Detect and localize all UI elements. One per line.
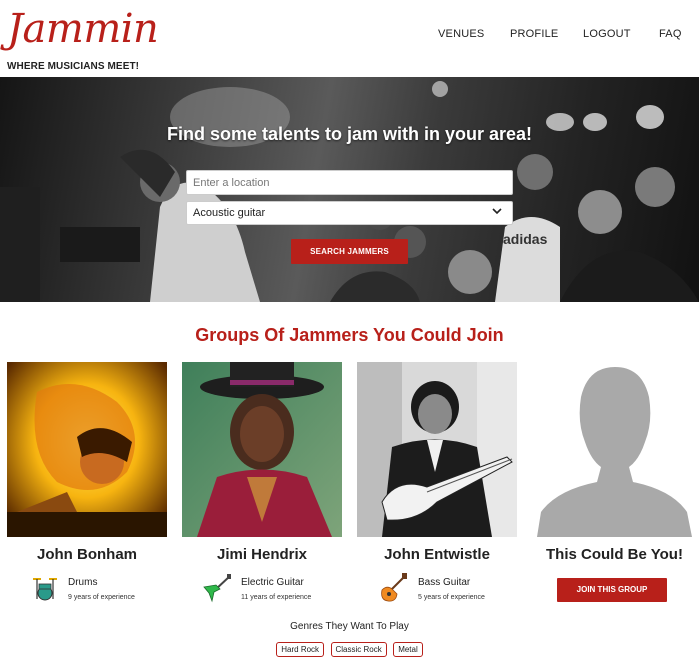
instrument-select-value: Acoustic guitar: [193, 207, 266, 219]
instrument-select[interactable]: Acoustic guitar: [186, 201, 513, 225]
member-name: John Entwistle: [384, 546, 490, 563]
member-experience: 9 years of experience: [68, 594, 135, 601]
placeholder-avatar: [537, 362, 692, 537]
genre-tag[interactable]: Hard Rock: [276, 642, 325, 657]
search-jammers-button[interactable]: SEARCH JAMMERS: [291, 239, 408, 264]
member-instrument: Drums: [68, 577, 98, 588]
genre-tags: Hard Rock Classic Rock Metal: [0, 639, 699, 657]
member-instrument: Electric Guitar: [241, 577, 304, 588]
chevron-down-icon: [492, 208, 502, 215]
genres-label: Genres They Want To Play: [290, 621, 409, 632]
hero-title: Find some talents to jam with in your ar…: [166, 124, 533, 144]
member-name: Jimi Hendrix: [216, 546, 308, 563]
member-photo[interactable]: [182, 362, 342, 537]
nav-venues[interactable]: VENUES: [438, 28, 484, 40]
member-name: John Bonham: [37, 546, 137, 563]
location-input[interactable]: [186, 170, 513, 195]
nav-faq[interactable]: FAQ: [659, 28, 682, 40]
tagline: WHERE MUSICIANS MEET!: [7, 61, 140, 72]
join-group-button[interactable]: JOIN THIS GROUP: [557, 578, 667, 602]
drums-icon: [33, 578, 57, 601]
bass-guitar-icon: [381, 573, 407, 602]
member-photo[interactable]: [357, 362, 517, 537]
placeholder-name: This Could Be You!: [546, 546, 683, 563]
site-header: Jammin WHERE MUSICIANS MEET! VENUES PROF…: [0, 0, 699, 77]
member-experience: 5 years of experience: [418, 594, 485, 601]
nav-profile[interactable]: PROFILE: [510, 28, 558, 40]
shirt-text: adidas: [503, 231, 548, 247]
nav-logout[interactable]: LOGOUT: [583, 28, 631, 40]
logo[interactable]: Jammin: [7, 6, 159, 52]
hero-banner: adidas Find some talents to jam with in …: [0, 77, 699, 302]
genre-tag[interactable]: Metal: [393, 642, 423, 657]
groups-title: Groups Of Jammers You Could Join: [195, 325, 504, 345]
member-experience: 11 years of experience: [241, 594, 312, 601]
member-photo[interactable]: [7, 362, 167, 537]
genre-tag[interactable]: Classic Rock: [330, 642, 387, 657]
member-instrument: Bass Guitar: [418, 577, 471, 588]
electric-guitar-icon: [203, 574, 231, 603]
